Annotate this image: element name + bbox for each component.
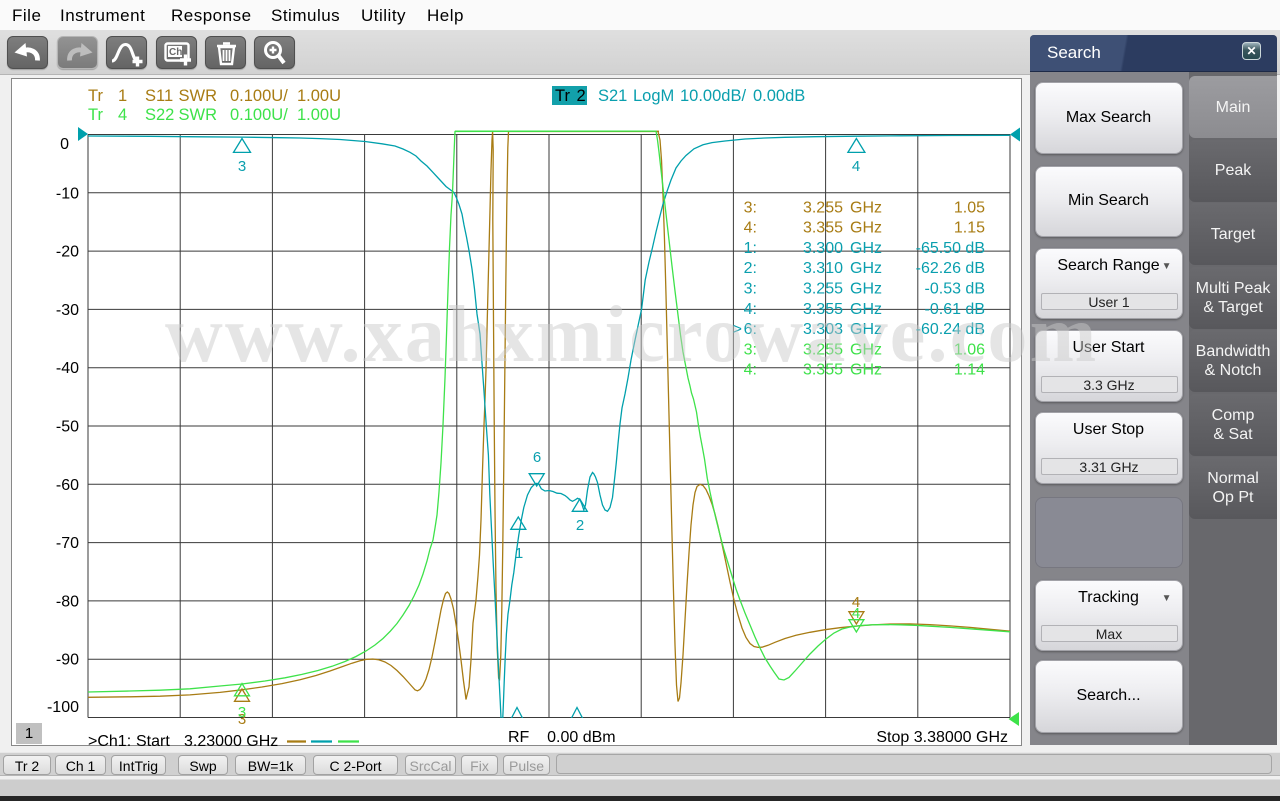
svg-text:3.355: 3.355 [803,220,843,237]
svg-text:GHz: GHz [850,240,882,257]
svg-text:3:: 3: [744,199,757,216]
svg-text:1:: 1: [744,240,757,257]
svg-text:2:: 2: [744,260,757,277]
svg-text:3.255: 3.255 [803,199,843,216]
svg-text:1.15: 1.15 [954,220,985,237]
svg-text:GHz: GHz [850,199,882,216]
svg-text:>Ch1:Start3.23000 GHz: >Ch1:Start3.23000 GHz [88,733,278,750]
svg-text:0: 0 [60,136,69,153]
svg-text:-100: -100 [47,699,79,716]
svg-text:3.310: 3.310 [803,260,843,277]
svg-text:-70: -70 [56,535,79,552]
svg-text:-30: -30 [56,302,79,319]
svg-text:3.300: 3.300 [803,240,843,257]
svg-text:Stop 3.38000 GHz: Stop 3.38000 GHz [876,729,1008,746]
svg-text:-62.26 dB: -62.26 dB [916,260,985,277]
svg-text:RF 0.00 dBm: RF 0.00 dBm [508,729,616,746]
svg-text:4: 4 [852,158,860,175]
svg-text:-50: -50 [56,419,79,436]
svg-text:-20: -20 [56,244,79,261]
svg-text:1.05: 1.05 [954,199,985,216]
svg-text:-10: -10 [56,185,79,202]
svg-text:4: 4 [852,605,860,622]
svg-text:3: 3 [238,704,246,721]
svg-text:Tr1S11SWR0.100U/1.00U: Tr1S11SWR0.100U/1.00U [88,87,341,105]
svg-text:-65.50 dB: -65.50 dB [916,240,985,257]
svg-text:-60: -60 [56,477,79,494]
svg-text:S21LogM10.00dB/0.00dB: S21LogM10.00dB/0.00dB [598,87,805,105]
svg-text:GHz: GHz [850,260,882,277]
svg-text:4:: 4: [744,220,757,237]
svg-text:Tr4S22SWR0.100U/1.00U: Tr4S22SWR0.100U/1.00U [88,106,341,124]
svg-text:1: 1 [515,545,523,562]
svg-text:3: 3 [238,158,246,175]
svg-text:6: 6 [533,449,541,466]
svg-text:-80: -80 [56,593,79,610]
svg-text:-40: -40 [56,360,79,377]
svg-text:2: 2 [576,517,584,534]
svg-text:GHz: GHz [850,220,882,237]
svg-text:-90: -90 [56,652,79,669]
